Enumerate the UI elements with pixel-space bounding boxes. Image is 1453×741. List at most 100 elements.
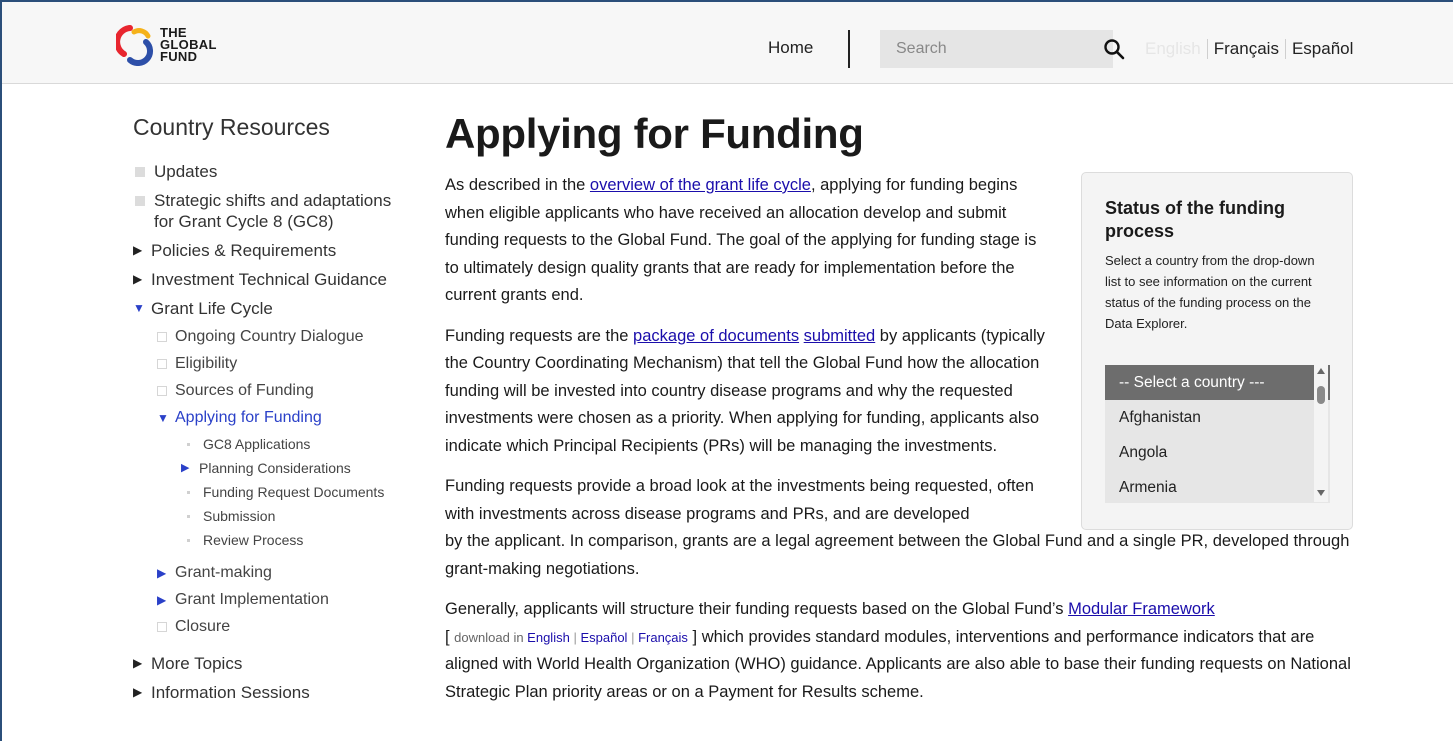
- sidebar-nav: Country Resources Updates Strategic shif…: [133, 114, 403, 711]
- nav-divider: [848, 30, 850, 68]
- sidebar-subitem-closure[interactable]: Closure: [157, 617, 403, 637]
- sidebar-item-more-topics[interactable]: ▶ More Topics: [133, 653, 403, 674]
- sidebar-item-information-sessions[interactable]: ▶ Information Sessions: [133, 682, 403, 703]
- scrollbar-thumb[interactable]: [1317, 386, 1325, 404]
- dot-bullet-icon: [187, 538, 190, 542]
- sidebar-leaf-label[interactable]: Funding Request Documents: [203, 483, 384, 501]
- search-icon[interactable]: [1103, 38, 1125, 60]
- sidebar-leaf-review-process[interactable]: Review Process: [181, 531, 403, 549]
- country-option[interactable]: Afghanistan: [1105, 400, 1330, 435]
- sidebar-leaf-label[interactable]: Review Process: [203, 531, 303, 549]
- nav-home-link[interactable]: Home: [768, 38, 813, 58]
- overview-grant-life-cycle-link[interactable]: overview of the grant life cycle: [590, 176, 811, 194]
- triangle-down-icon[interactable]: ▼: [133, 298, 151, 319]
- sidebar-subitem-label[interactable]: Eligibility: [175, 354, 237, 374]
- triangle-right-icon[interactable]: ▶: [133, 269, 151, 290]
- funding-status-panel: Status of the funding process Select a c…: [1081, 172, 1353, 530]
- sidebar-leaf-submission[interactable]: Submission: [181, 507, 403, 525]
- sidebar-leaf-gc8-applications[interactable]: GC8 Applications: [181, 435, 403, 453]
- square-bullet-icon: [157, 332, 167, 342]
- download-espanol-link[interactable]: Español: [580, 630, 627, 645]
- language-switcher: English Français Español: [1145, 39, 1353, 59]
- sidebar-subitem-grant-making[interactable]: ▶ Grant-making: [157, 563, 403, 583]
- square-bullet-icon: [157, 359, 167, 369]
- triangle-down-icon[interactable]: ▼: [157, 408, 175, 428]
- triangle-right-icon[interactable]: ▶: [157, 563, 175, 583]
- sidebar-item-grant-life-cycle[interactable]: ▼ Grant Life Cycle: [133, 298, 403, 319]
- lang-separator: [1284, 39, 1286, 59]
- sidebar-item-policies[interactable]: ▶ Policies & Requirements: [133, 240, 403, 261]
- download-francais-link[interactable]: Français: [638, 630, 688, 645]
- paragraph-text: Generally, applicants will structure the…: [445, 600, 1069, 618]
- logo-text: THE GLOBAL FUND: [160, 26, 217, 64]
- logo-text-line: FUND: [160, 49, 198, 64]
- paragraph-text: by applicants (typically the Country Coo…: [445, 326, 1045, 455]
- download-separator: |: [573, 629, 577, 645]
- square-bullet-icon: [135, 196, 145, 206]
- square-bullet-icon: [157, 386, 167, 396]
- paragraph-intro: As described in the overview of the gran…: [445, 172, 1045, 310]
- sidebar-subitem-label[interactable]: Grant-making: [175, 563, 272, 583]
- sidebar-subitem-label[interactable]: Ongoing Country Dialogue: [175, 327, 364, 347]
- triangle-right-icon[interactable]: ▶: [133, 240, 151, 261]
- global-fund-logo-icon: [114, 24, 158, 67]
- sidebar-leaf-funding-request-documents[interactable]: Funding Request Documents: [181, 483, 403, 501]
- sidebar-subitem-label[interactable]: Sources of Funding: [175, 381, 314, 401]
- dot-bullet-icon: [187, 514, 190, 518]
- lang-espanol-link[interactable]: Español: [1292, 39, 1353, 59]
- package-of-documents-link[interactable]: package of documents: [633, 327, 799, 345]
- sidebar-leaf-label[interactable]: Planning Considerations: [199, 459, 351, 477]
- paragraph-text: , applying for funding begins when eligi…: [445, 176, 1037, 304]
- status-panel-title: Status of the funding process: [1105, 198, 1285, 241]
- global-fund-logo[interactable]: THE GLOBAL FUND: [114, 24, 217, 67]
- lang-english-link[interactable]: English: [1145, 39, 1201, 59]
- triangle-right-icon[interactable]: ▶: [133, 682, 151, 703]
- sidebar-subitem-label[interactable]: Grant Implementation: [175, 590, 329, 610]
- paragraph-modular-framework: Generally, applicants will structure the…: [445, 596, 1355, 706]
- country-option[interactable]: -- Select a country ---: [1105, 365, 1330, 400]
- sidebar-item-label[interactable]: Strategic shifts and adaptations for Gra…: [154, 190, 403, 232]
- sidebar-leaf-planning-considerations[interactable]: ▶ Planning Considerations: [181, 459, 403, 477]
- country-option[interactable]: Angola: [1105, 435, 1330, 470]
- sidebar-item-label[interactable]: Information Sessions: [151, 682, 310, 703]
- submitted-link[interactable]: submitted: [804, 327, 876, 345]
- scroll-up-arrow-icon[interactable]: [1317, 368, 1325, 374]
- download-bracket: [: [445, 627, 455, 646]
- download-label: download in: [454, 629, 528, 645]
- sidebar-item-label[interactable]: Investment Technical Guidance: [151, 269, 387, 290]
- sidebar-subitem-label[interactable]: Closure: [175, 617, 230, 637]
- sidebar-item-label[interactable]: Updates: [154, 161, 217, 182]
- country-select-list[interactable]: -- Select a country --- Afghanistan Ango…: [1105, 365, 1330, 503]
- site-header: THE GLOBAL FUND Home English Français Es…: [2, 2, 1453, 84]
- scroll-down-arrow-icon[interactable]: [1317, 490, 1325, 496]
- triangle-right-icon[interactable]: ▶: [133, 653, 151, 674]
- sidebar-subitem-ongoing-dialogue[interactable]: Ongoing Country Dialogue: [157, 327, 403, 347]
- search-input[interactable]: [896, 40, 1103, 58]
- modular-framework-link[interactable]: Modular Framework: [1068, 600, 1215, 618]
- sidebar-subitem-grant-implementation[interactable]: ▶ Grant Implementation: [157, 590, 403, 610]
- search-box: [880, 30, 1125, 68]
- download-links: download in English | Español | Français: [454, 630, 688, 645]
- sidebar-item-investment-guidance[interactable]: ▶ Investment Technical Guidance: [133, 269, 403, 290]
- sidebar-subitem-applying-for-funding[interactable]: ▼ Applying for Funding: [157, 408, 403, 428]
- paragraph-text: Funding requests provide a broad look at…: [445, 477, 1034, 523]
- country-option[interactable]: Armenia: [1105, 470, 1330, 503]
- paragraph-text: by the applicant. In comparison, grants …: [445, 532, 1350, 578]
- sidebar-leaf-label[interactable]: GC8 Applications: [203, 435, 310, 453]
- page-title: Applying for Funding: [445, 110, 864, 157]
- sidebar-leaf-label[interactable]: Submission: [203, 507, 275, 525]
- triangle-right-icon[interactable]: ▶: [157, 590, 175, 610]
- sidebar-item-label[interactable]: Policies & Requirements: [151, 240, 336, 261]
- triangle-right-icon[interactable]: ▶: [181, 459, 199, 477]
- sidebar-item-updates[interactable]: Updates: [133, 161, 403, 182]
- lang-francais-link[interactable]: Français: [1214, 39, 1279, 59]
- sidebar-item-label[interactable]: More Topics: [151, 653, 242, 674]
- country-list-scrollbar[interactable]: [1314, 364, 1328, 502]
- sidebar-subitem-label[interactable]: Applying for Funding: [175, 408, 322, 428]
- sidebar-item-label[interactable]: Grant Life Cycle: [151, 298, 273, 319]
- browser-frame: THE GLOBAL FUND Home English Français Es…: [0, 0, 1453, 741]
- sidebar-subitem-sources-of-funding[interactable]: Sources of Funding: [157, 381, 403, 401]
- sidebar-item-strategic-shifts[interactable]: Strategic shifts and adaptations for Gra…: [133, 190, 403, 232]
- download-english-link[interactable]: English: [527, 630, 570, 645]
- sidebar-subitem-eligibility[interactable]: Eligibility: [157, 354, 403, 374]
